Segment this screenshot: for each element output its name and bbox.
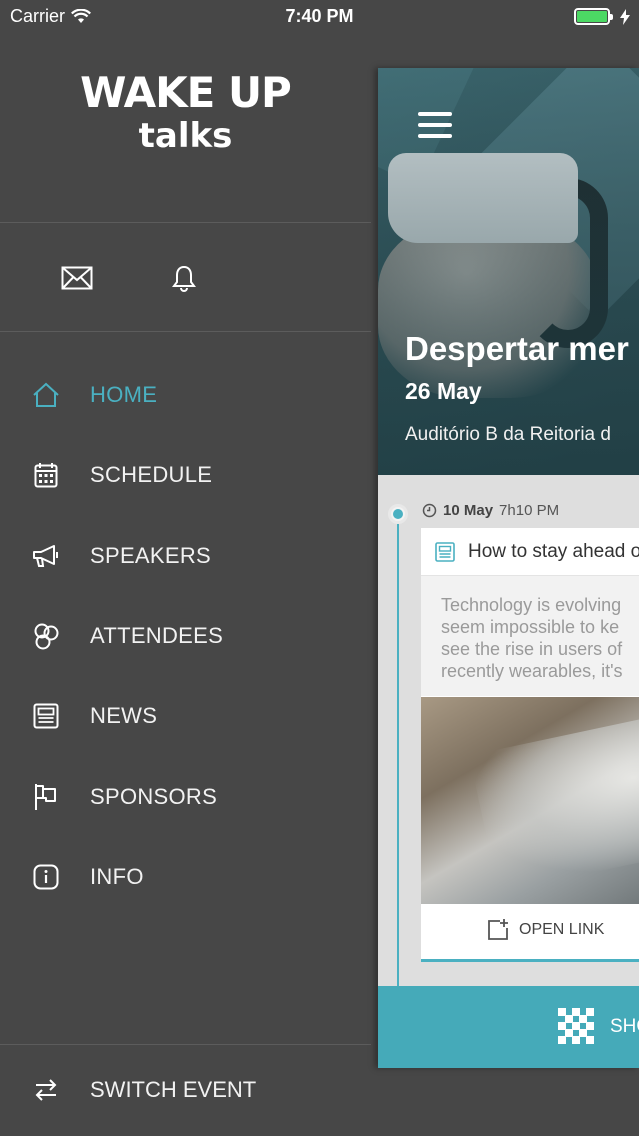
event-title: Despertar mer (405, 330, 629, 367)
news-card-excerpt: Technology is evolving seem impossible t… (421, 576, 639, 696)
news-icon (435, 541, 455, 562)
news-card-title: How to stay ahead o (468, 540, 639, 562)
excerpt-line: recently wearables, it's (441, 661, 623, 681)
megaphone-icon (30, 540, 62, 572)
logo-line1: WAKE UP (80, 68, 292, 117)
timeline-line (397, 515, 399, 987)
switch-event-button[interactable]: SWITCH EVENT (0, 1050, 371, 1130)
app-logo: WAKE UP talks (0, 68, 371, 157)
menu-label: SCHEDULE (90, 462, 213, 488)
menu-label: INFO (90, 863, 144, 889)
event-date: 26 May (405, 378, 482, 404)
menu-item-speakers[interactable]: SPEAKERS (0, 516, 371, 596)
open-link-button[interactable]: OPEN LINK (421, 904, 639, 962)
swap-icon (30, 1074, 62, 1106)
divider (0, 222, 371, 223)
menu-label: ATTENDEES (90, 623, 224, 649)
switch-event-label: SWITCH EVENT (90, 1077, 257, 1102)
news-card[interactable]: How to stay ahead o Technology is evolvi… (421, 528, 639, 962)
battery-icon (574, 8, 613, 25)
post-date: 10 May (443, 502, 494, 519)
mail-icon (61, 266, 93, 290)
event-hero[interactable]: Despertar mer 26 May Auditório B da Reit… (378, 68, 639, 475)
menu-label: SPEAKERS (90, 542, 212, 568)
drawer-menu: HOME SCHEDULE SPEAKERS ATTENDEES NEWS SP… (0, 355, 371, 917)
notifications-button[interactable] (162, 258, 206, 298)
menu-item-sponsors[interactable]: SPONSORS (0, 756, 371, 836)
menu-item-news[interactable]: NEWS (0, 676, 371, 756)
menu-item-info[interactable]: INFO (0, 837, 371, 917)
battery-indicator (574, 8, 631, 25)
news-card-header[interactable]: How to stay ahead o (421, 528, 639, 576)
post-meta: 10 May 7h10 PM (422, 502, 559, 519)
excerpt-line: seem impossible to ke (441, 617, 620, 637)
qr-code-icon (558, 1008, 594, 1044)
divider (0, 331, 371, 332)
show-qr-label: SHO (610, 1016, 639, 1037)
status-bar: Carrier 7:40 PM (0, 0, 639, 34)
excerpt-line: see the rise in users of (441, 639, 623, 659)
image-detail (469, 701, 639, 893)
info-icon (30, 861, 62, 893)
news-icon (30, 700, 62, 732)
flag-icon (30, 781, 62, 813)
show-qr-button[interactable]: SHO (378, 986, 639, 1068)
menu-label: SPONSORS (90, 783, 218, 809)
menu-label: HOME (90, 382, 158, 408)
attendees-icon (30, 620, 62, 652)
news-card-image (421, 697, 639, 904)
post-time: 7h10 PM (499, 502, 560, 519)
status-time: 7:40 PM (285, 6, 354, 26)
menu-toggle-button[interactable] (418, 112, 452, 138)
messages-button[interactable] (55, 258, 99, 298)
bell-icon (172, 265, 196, 292)
menu-item-attendees[interactable]: ATTENDEES (0, 596, 371, 676)
clock-icon (422, 503, 437, 518)
home-icon (30, 379, 62, 411)
charging-icon (620, 8, 630, 25)
quick-actions (0, 224, 371, 332)
open-link-icon (488, 919, 508, 940)
divider (0, 1044, 371, 1045)
main-content: Despertar mer 26 May Auditório B da Reit… (378, 68, 639, 1068)
navigation-drawer: WAKE UP talks HOME SCHEDULE SPEAKERS ATT… (0, 34, 371, 1136)
timeline-dot (388, 504, 408, 524)
calendar-icon (30, 459, 62, 491)
logo-line2: talks (138, 116, 233, 156)
menu-item-home[interactable]: HOME (0, 355, 371, 435)
excerpt-line: Technology is evolving (441, 595, 622, 615)
event-venue: Auditório B da Reitoria d (405, 424, 611, 445)
menu-label: NEWS (90, 703, 158, 729)
open-link-label: OPEN LINK (519, 921, 605, 938)
menu-item-schedule[interactable]: SCHEDULE (0, 435, 371, 515)
